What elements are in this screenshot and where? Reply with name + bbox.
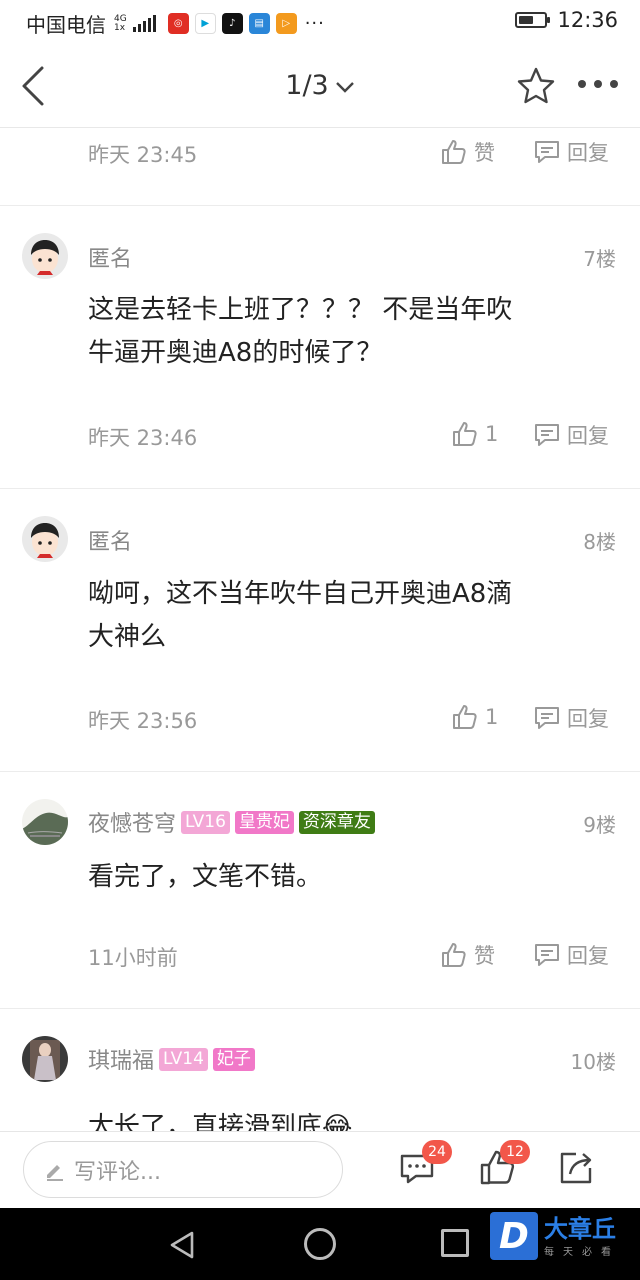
avatar[interactable]: [22, 799, 68, 845]
avatar[interactable]: [22, 1036, 68, 1082]
status-bar: 中国电信 4G 1x ◎ ▶ ♪ ▤ ▷ ··· 12:36: [0, 0, 640, 44]
reply-icon: [535, 424, 559, 446]
reply-icon: [535, 944, 559, 966]
divider: [0, 771, 640, 772]
network-type: 4G 1x: [114, 13, 127, 33]
comment-text: 太长了，直接滑到底😂: [88, 1112, 353, 1131]
like-button[interactable]: 赞: [440, 940, 495, 970]
share-button[interactable]: [556, 1148, 596, 1188]
floor-number: 10楼: [570, 1050, 616, 1074]
comment-time: 11小时前: [88, 946, 178, 970]
logo-name: 大章丘: [544, 1214, 616, 1243]
comments-button[interactable]: 24: [398, 1140, 452, 1188]
battery-icon: [515, 12, 551, 28]
like-button[interactable]: 1: [451, 703, 498, 731]
comment-time: 昨天 23:56: [88, 709, 198, 733]
comment-input-placeholder: 写评论...: [74, 1159, 161, 1185]
username-text[interactable]: 夜憾苍穹: [88, 806, 176, 838]
like-button[interactable]: 赞: [440, 137, 495, 167]
comment-input[interactable]: 写评论...: [23, 1141, 343, 1198]
reply-button[interactable]: 回复: [533, 137, 609, 167]
top-nav-bar: 1/3: [0, 44, 640, 128]
username: 琪瑞福 LV14 妃子: [88, 1043, 255, 1075]
reply-button[interactable]: 回复: [533, 940, 609, 970]
floor-number: 8楼: [583, 530, 616, 554]
bilibili-icon: ▶: [194, 13, 216, 34]
netease-music-icon: ◎: [167, 13, 189, 34]
video-icon: ▷: [275, 13, 297, 34]
comment-time: 昨天 23:46: [88, 426, 198, 450]
system-recents-icon[interactable]: [441, 1229, 469, 1257]
thumbs-up-icon: [453, 705, 477, 729]
signal-icon: [132, 14, 156, 32]
divider: [0, 488, 640, 489]
carrier-label: 中国电信: [26, 13, 106, 37]
avatar[interactable]: [22, 233, 68, 279]
comment-list[interactable]: 昨天 23:45 赞 回复 匿名 7楼 这是去轻卡上班了？？？ 不是当年吹 牛逼…: [0, 129, 640, 1131]
share-icon: [560, 1152, 592, 1184]
more-notifications: ···: [304, 13, 325, 34]
title-badge: 皇贵妃: [234, 810, 294, 834]
chevron-down-icon: [335, 81, 354, 93]
title-badge: 妃子: [212, 1047, 255, 1071]
tiktok-icon: ♪: [221, 13, 243, 34]
thumbs-up-icon: [442, 140, 466, 164]
logo-tagline: 每天必看: [544, 1246, 620, 1258]
senior-badge: 资深章友: [298, 810, 375, 834]
username[interactable]: 匿名: [88, 524, 132, 556]
comment-text: 呦呵，这不当年吹牛自己开奥迪A8滴 大神么: [88, 579, 513, 652]
reply-button[interactable]: 回复: [533, 420, 609, 450]
avatar[interactable]: [22, 516, 68, 562]
logo-mark: D: [490, 1212, 538, 1260]
system-nav-bar: D 大章丘 每天必看: [0, 1208, 640, 1280]
username: 夜憾苍穹 LV16 皇贵妃 资深章友: [88, 806, 375, 838]
comment-time: 昨天 23:45: [88, 143, 198, 167]
reply-button[interactable]: 回复: [533, 703, 609, 733]
reply-icon: [535, 707, 559, 729]
watermark-logo: D 大章丘 每天必看: [490, 1210, 638, 1262]
level-badge: LV16: [181, 810, 230, 834]
like-count-badge: 12: [500, 1140, 530, 1164]
clock: 12:36: [557, 8, 618, 32]
floor-number: 7楼: [583, 247, 616, 271]
comment-text: 看完了，文笔不错。: [88, 862, 323, 892]
news-icon: ▤: [248, 13, 270, 34]
comment-count-badge: 24: [422, 1140, 452, 1164]
like-button[interactable]: 1: [451, 420, 498, 448]
thumbs-up-icon: [442, 943, 466, 967]
level-badge: LV14: [159, 1047, 208, 1071]
divider: [0, 1008, 640, 1009]
like-article-button[interactable]: 12: [478, 1140, 530, 1188]
thumbs-up-icon: [453, 422, 477, 446]
username-text[interactable]: 琪瑞福: [88, 1043, 154, 1075]
reply-icon: [535, 141, 559, 163]
favorite-star-icon[interactable]: [516, 66, 556, 106]
system-home-icon[interactable]: [304, 1228, 336, 1260]
floor-number: 9楼: [583, 813, 616, 837]
pencil-icon: [47, 1164, 63, 1181]
divider: [0, 205, 640, 206]
comment-text: 这是去轻卡上班了？？？ 不是当年吹 牛逼开奥迪A8的时候了？: [88, 295, 513, 368]
system-back-icon[interactable]: [168, 1230, 198, 1260]
screen: 中国电信 4G 1x ◎ ▶ ♪ ▤ ▷ ··· 12:36 1/3 昨天 23…: [0, 0, 640, 1280]
bottom-action-bar: 写评论... 24 12: [0, 1131, 640, 1208]
more-options-icon[interactable]: [578, 80, 622, 94]
username[interactable]: 匿名: [88, 241, 132, 273]
